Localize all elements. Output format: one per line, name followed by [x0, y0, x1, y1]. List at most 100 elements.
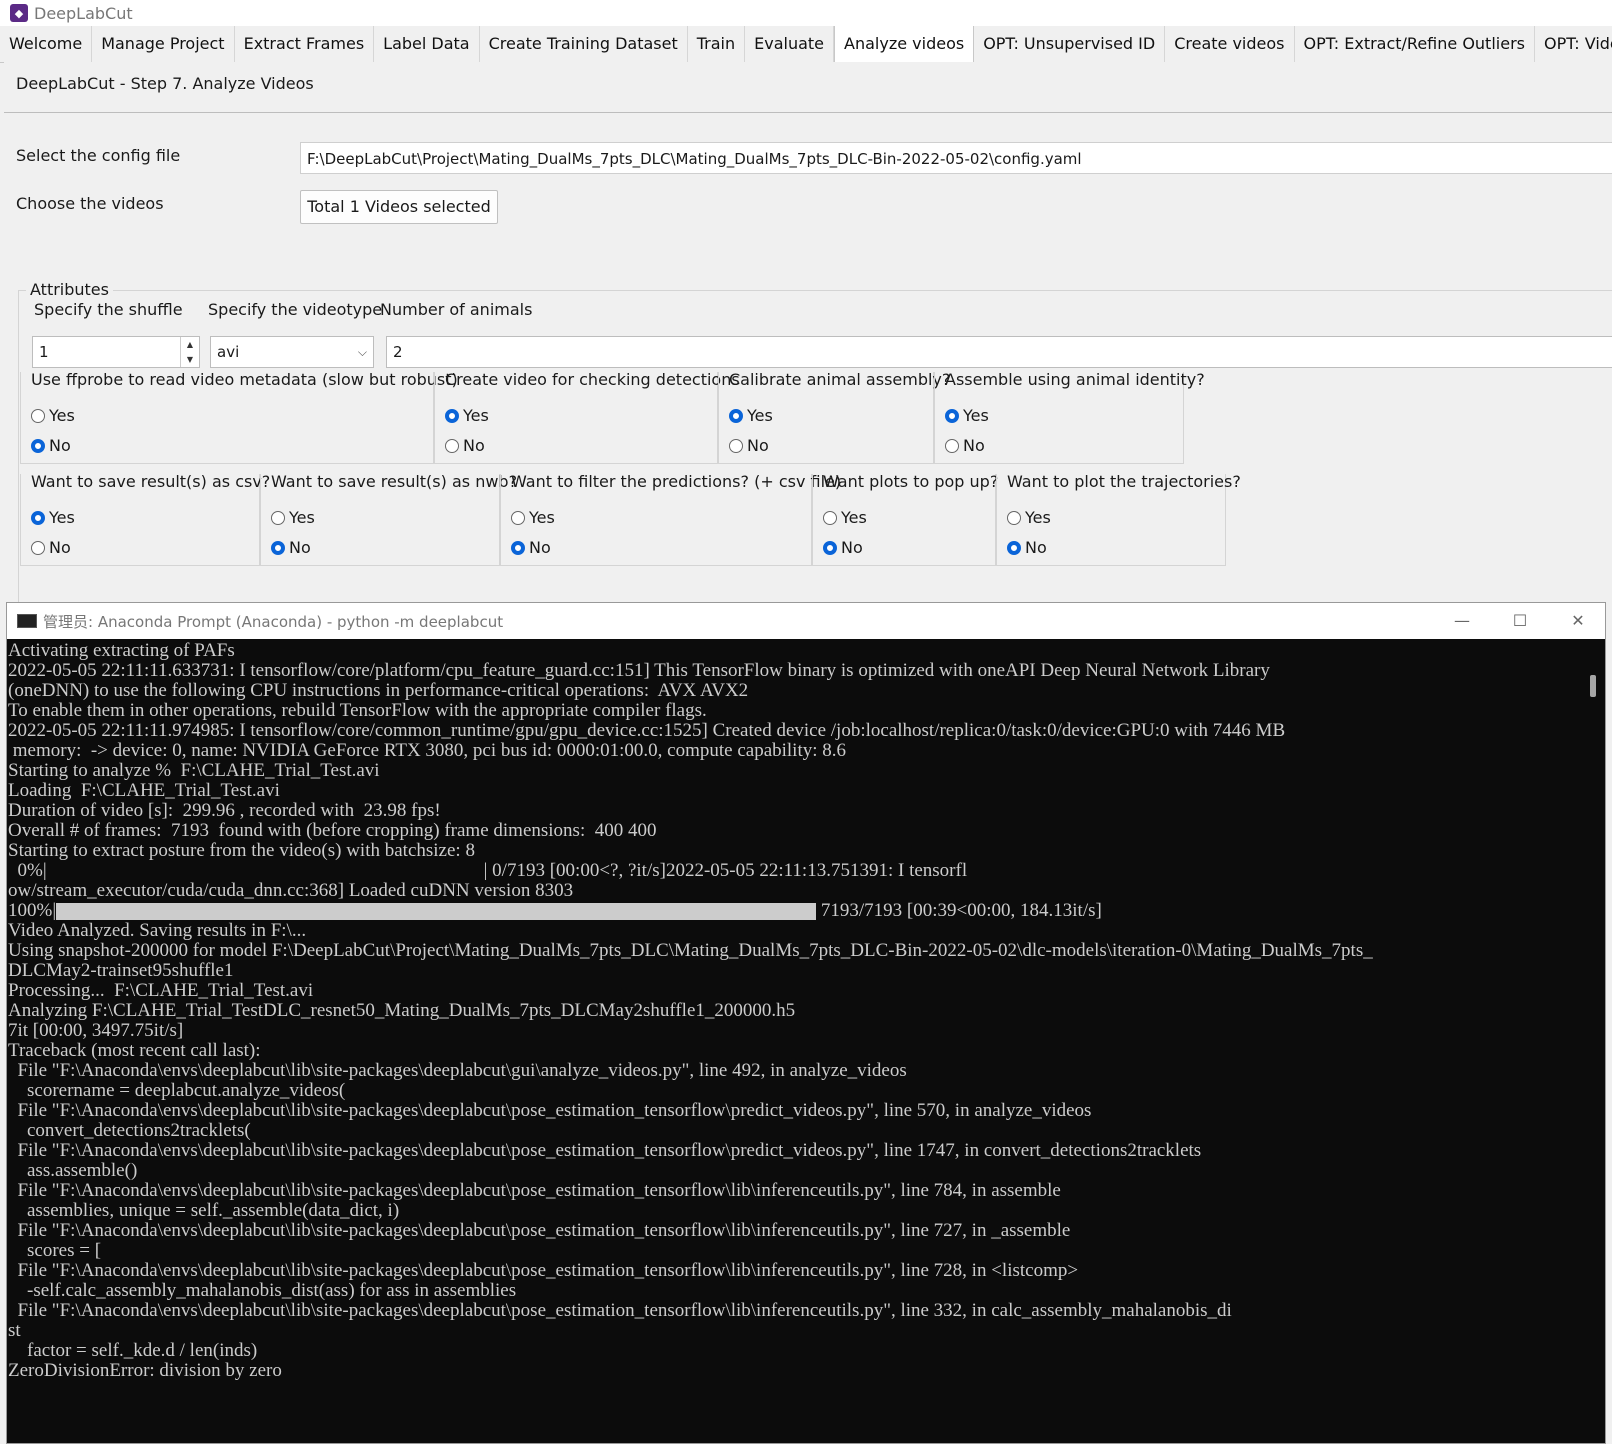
console-line: st: [8, 1321, 1579, 1341]
radio-label: No: [49, 436, 71, 455]
shuffle-spinbox[interactable]: 1 ▲ ▼: [32, 336, 200, 368]
console-line: File "F:\Anaconda\envs\deeplabcut\lib\si…: [8, 1181, 1579, 1201]
tab-label-data[interactable]: Label Data: [374, 26, 480, 62]
maximize-icon[interactable]: ☐: [1497, 603, 1543, 639]
radio-checked-icon[interactable]: [271, 540, 285, 555]
radio-unchecked-icon[interactable]: [945, 438, 959, 453]
scrollbar-thumb[interactable]: [1590, 675, 1596, 697]
radio-yes[interactable]: Yes: [271, 508, 315, 527]
tab-create-videos[interactable]: Create videos: [1165, 26, 1295, 62]
tab-opt-video-editor[interactable]: OPT: Video editor: [1535, 26, 1612, 62]
radio-label: Yes: [289, 508, 315, 527]
radio-yes[interactable]: Yes: [31, 508, 75, 527]
radio-no[interactable]: No: [1007, 538, 1047, 557]
console-line: Processing... F:\CLAHE_Trial_Test.avi: [8, 981, 1579, 1001]
radio-checked-icon[interactable]: [31, 510, 45, 525]
radio-yes[interactable]: Yes: [823, 508, 867, 527]
radio-yes[interactable]: Yes: [945, 406, 989, 425]
radio-no[interactable]: No: [945, 436, 985, 455]
console-line-text: -self.calc_assembly_mahalanobis_dist(ass…: [8, 1280, 517, 1301]
chevron-down-icon: ⌵: [357, 345, 367, 359]
radio-checked-icon[interactable]: [31, 438, 45, 453]
console-line: memory: -> device: 0, name: NVIDIA GeFor…: [8, 741, 1579, 761]
radio-yes[interactable]: Yes: [445, 406, 489, 425]
number-of-animals-field[interactable]: 2: [386, 336, 1612, 368]
radio-checked-icon[interactable]: [823, 540, 837, 555]
console-line: -self.calc_assembly_mahalanobis_dist(ass…: [8, 1281, 1579, 1301]
radio-group: Want to plot the trajectories? Yes No: [996, 472, 1241, 566]
tab-create-training-dataset[interactable]: Create Training Dataset: [480, 26, 688, 62]
radio-yes[interactable]: Yes: [729, 406, 773, 425]
tab-train[interactable]: Train: [688, 26, 746, 62]
console-line-text: Starting to extract posture from the vid…: [8, 840, 475, 861]
tab-welcome[interactable]: Welcome: [0, 26, 93, 62]
console-title: 管理员: Anaconda Prompt (Anaconda) - python…: [43, 612, 504, 631]
tab-opt-extract-refine-outliers[interactable]: OPT: Extract/Refine Outliers: [1295, 26, 1535, 62]
radio-checked-icon[interactable]: [445, 408, 459, 423]
tab-evaluate[interactable]: Evaluate: [745, 26, 835, 62]
radio-group-title: Create video for checking detections: [445, 370, 740, 389]
console-line: File "F:\Anaconda\envs\deeplabcut\lib\si…: [8, 1261, 1579, 1281]
console-line: ow/stream_executor/cuda/cuda_dnn.cc:368]…: [8, 881, 1579, 901]
config-file-field[interactable]: F:\DeepLabCut\Project\Mating_DualMs_7pts…: [300, 142, 1612, 174]
tab-extract-frames[interactable]: Extract Frames: [235, 26, 375, 62]
analyze-videos-page: DeepLabCut - Step 7. Analyze Videos Sele…: [4, 62, 1612, 611]
tab-analyze-videos[interactable]: Analyze videos: [834, 26, 975, 62]
console-line: Activating extracting of PAFs: [8, 641, 1579, 661]
progress-bar-fill: [56, 903, 817, 920]
spin-down-icon[interactable]: ▼: [181, 352, 199, 367]
radio-unchecked-icon[interactable]: [511, 510, 525, 525]
radio-unchecked-icon[interactable]: [445, 438, 459, 453]
radio-no[interactable]: No: [823, 538, 863, 557]
radio-checked-icon[interactable]: [729, 408, 743, 423]
videotype-select[interactable]: avi ⌵: [210, 336, 374, 368]
radio-group-title: Use ffprobe to read video metadata (slow…: [31, 370, 458, 389]
radio-yes[interactable]: Yes: [31, 406, 75, 425]
radio-yes[interactable]: Yes: [1007, 508, 1051, 527]
radio-no[interactable]: No: [445, 436, 485, 455]
spin-up-icon[interactable]: ▲: [181, 337, 199, 352]
radio-unchecked-icon[interactable]: [271, 510, 285, 525]
radio-unchecked-icon[interactable]: [823, 510, 837, 525]
console-line: File "F:\Anaconda\envs\deeplabcut\lib\si…: [8, 1301, 1579, 1321]
radio-label: No: [49, 538, 71, 557]
radio-checked-icon[interactable]: [945, 408, 959, 423]
console-line-text: File "F:\Anaconda\envs\deeplabcut\lib\si…: [8, 1300, 1232, 1321]
radio-label: No: [1025, 538, 1047, 557]
tab-manage-project[interactable]: Manage Project: [92, 26, 235, 62]
radio-checked-icon[interactable]: [1007, 540, 1021, 555]
radio-unchecked-icon[interactable]: [1007, 510, 1021, 525]
tab-opt-unsupervised-id[interactable]: OPT: Unsupervised ID: [974, 26, 1166, 62]
console-line: 7it [00:00, 3497.75it/s]: [8, 1021, 1579, 1041]
radio-no[interactable]: No: [31, 436, 71, 455]
console-line-text: scorername = deeplabcut.analyze_videos(: [8, 1080, 346, 1101]
radio-label: Yes: [841, 508, 867, 527]
console-line-text: convert_detections2tracklets(: [8, 1120, 251, 1141]
radio-unchecked-icon[interactable]: [31, 408, 45, 423]
console-line: ZeroDivisionError: division by zero: [8, 1361, 1579, 1381]
radio-unchecked-icon[interactable]: [31, 540, 45, 555]
console-line-text: ZeroDivisionError: division by zero: [8, 1360, 282, 1381]
radio-yes[interactable]: Yes: [511, 508, 555, 527]
radio-label: No: [747, 436, 769, 455]
radio-no[interactable]: No: [31, 538, 71, 557]
videos-label: Choose the videos: [16, 194, 164, 213]
close-icon[interactable]: ✕: [1555, 603, 1601, 639]
attributes-legend: Attributes: [26, 280, 113, 299]
radio-no[interactable]: No: [511, 538, 551, 557]
console-line: File "F:\Anaconda\envs\deeplabcut\lib\si…: [8, 1221, 1579, 1241]
console-line-text: 0%| | 0/7193 [00:00<?, ?it/s]2022-05-05 …: [8, 860, 968, 881]
videotype-value: avi: [217, 343, 240, 361]
console-line: Duration of video [s]: 299.96 , recorded…: [8, 801, 1579, 821]
minimize-icon[interactable]: —: [1439, 603, 1485, 639]
radio-unchecked-icon[interactable]: [729, 438, 743, 453]
console-scrollbar[interactable]: [1581, 639, 1605, 1443]
radio-checked-icon[interactable]: [511, 540, 525, 555]
shuffle-value[interactable]: 1: [39, 343, 49, 361]
radio-label: Yes: [747, 406, 773, 425]
radio-no[interactable]: No: [729, 436, 769, 455]
radio-label: No: [529, 538, 551, 557]
radio-no[interactable]: No: [271, 538, 311, 557]
choose-videos-button[interactable]: Total 1 Videos selected: [300, 190, 498, 224]
radio-group: Create video for checking detections Yes N…: [434, 370, 740, 464]
